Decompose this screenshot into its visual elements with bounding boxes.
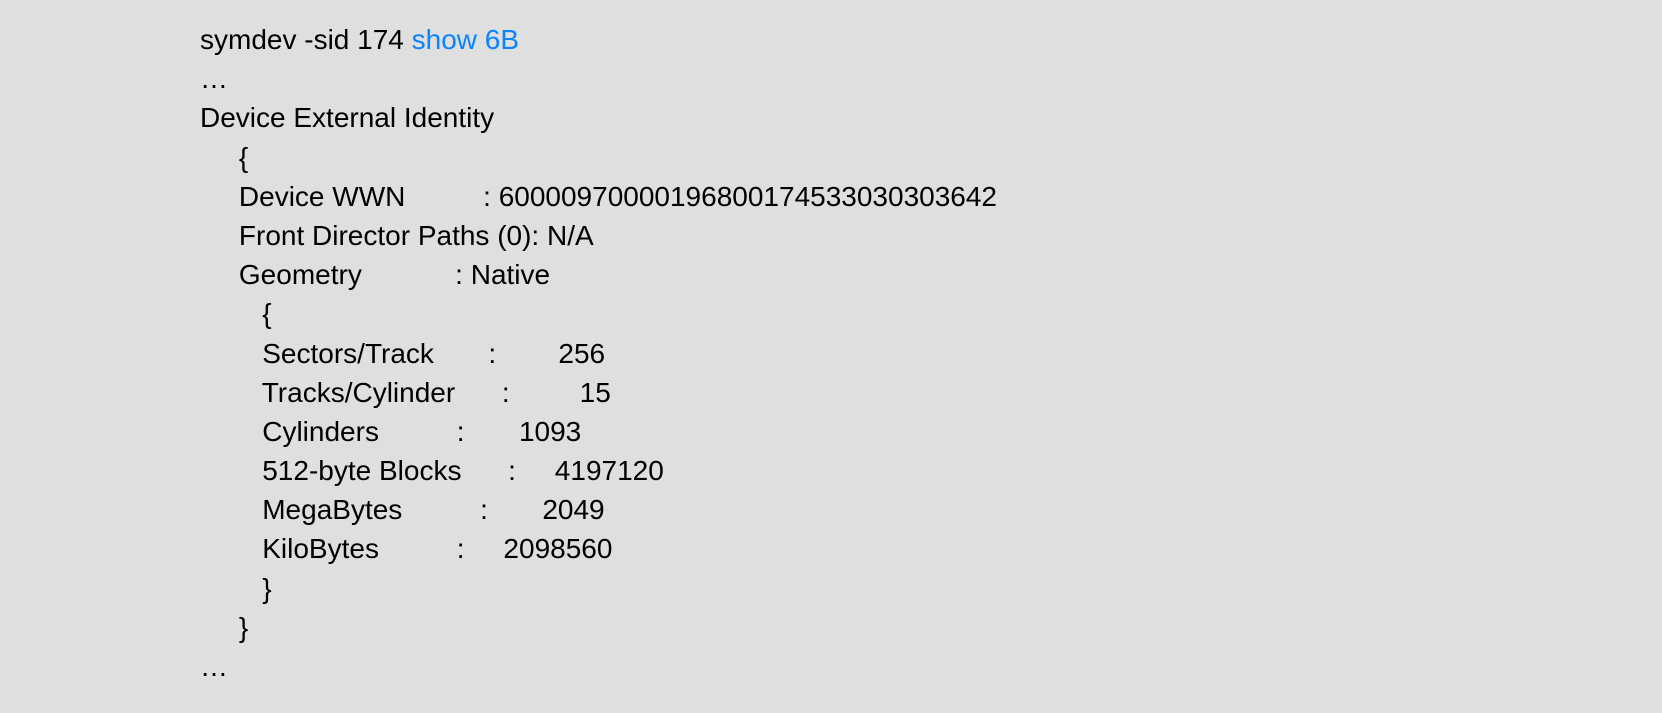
geometry-line: Geometry : Native	[200, 259, 550, 290]
brace-close-inner: }	[200, 573, 272, 604]
brace-open-inner: {	[200, 298, 272, 329]
section-header: Device External Identity	[200, 102, 494, 133]
cylinders-line: Cylinders : 1093	[200, 416, 581, 447]
front-director-paths-line: Front Director Paths (0): N/A	[200, 220, 594, 251]
command-line: symdev -sid 174 show 6B	[200, 24, 519, 55]
command-prefix: symdev -sid 174	[200, 24, 412, 55]
command-highlight: show 6B	[412, 24, 519, 55]
megabytes-line: MegaBytes : 2049	[200, 494, 605, 525]
tracks-per-cylinder-line: Tracks/Cylinder : 15	[200, 377, 611, 408]
brace-open-outer: {	[200, 142, 248, 173]
ellipsis-bottom: …	[200, 651, 228, 682]
ellipsis-top: …	[200, 63, 228, 94]
kilobytes-line: KiloBytes : 2098560	[200, 533, 612, 564]
device-wwn-line: Device WWN : 600009700001968001745330303…	[200, 181, 997, 212]
blocks-line: 512-byte Blocks : 4197120	[200, 455, 664, 486]
terminal-output: symdev -sid 174 show 6B … Device Externa…	[0, 0, 1662, 686]
sectors-per-track-line: Sectors/Track : 256	[200, 338, 605, 369]
brace-close-outer: }	[200, 612, 248, 643]
